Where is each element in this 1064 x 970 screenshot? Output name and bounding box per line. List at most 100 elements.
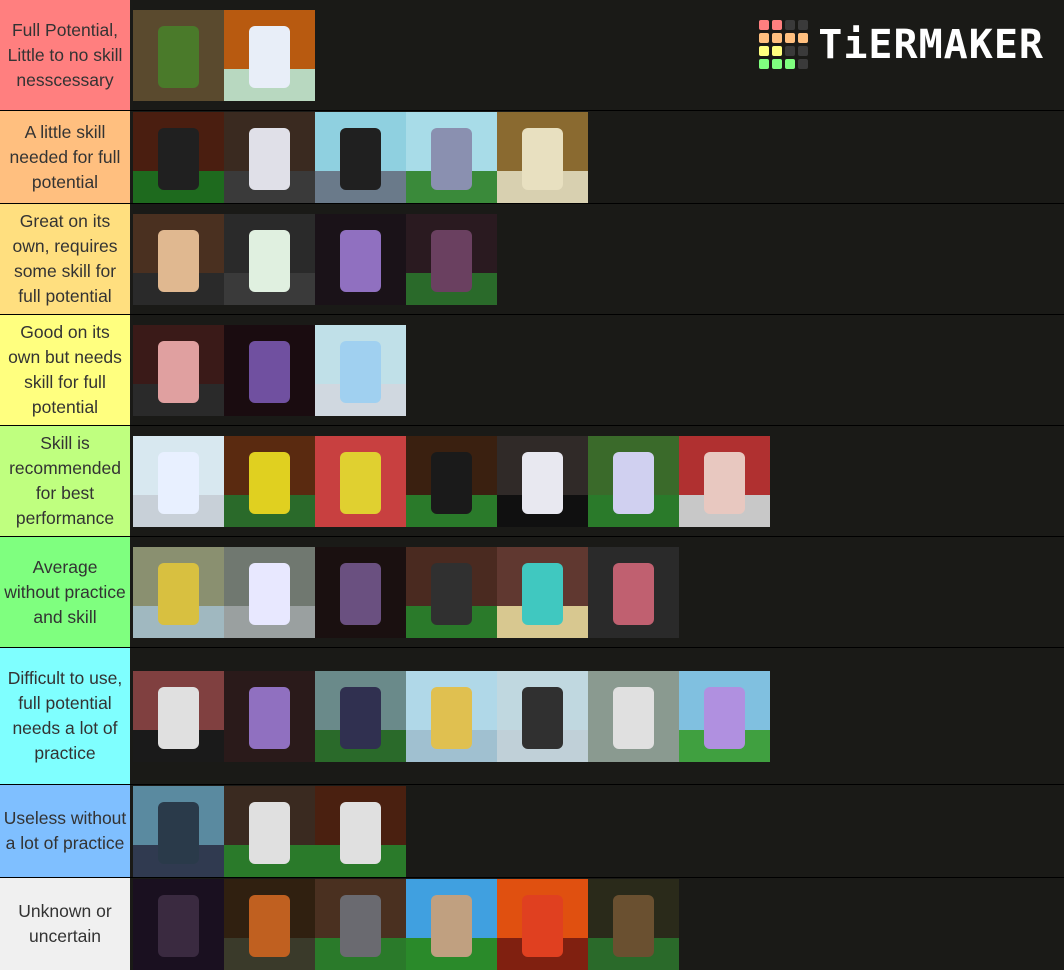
tier-item-image[interactable] [133, 546, 224, 638]
tier-item-image[interactable] [588, 670, 679, 762]
tier-label[interactable]: Useless without a lot of practice [0, 785, 130, 877]
logo-square [785, 59, 796, 69]
tier-label[interactable]: Great on its own, requires some skill fo… [0, 204, 130, 314]
tier-item-image[interactable] [588, 435, 679, 527]
tier-item-image[interactable] [133, 324, 224, 416]
item-character [249, 451, 290, 514]
item-character [158, 801, 199, 864]
tier-item-image[interactable] [315, 324, 406, 416]
tier-item-image[interactable] [315, 670, 406, 762]
tier-item-image[interactable] [315, 785, 406, 877]
tier-label[interactable]: Average without practice and skill [0, 537, 130, 647]
item-character [431, 562, 472, 625]
tier-item-image[interactable] [133, 670, 224, 762]
tier-item-image[interactable] [224, 111, 315, 203]
tier-item-image[interactable] [315, 878, 406, 970]
tier-label[interactable]: Unknown or uncertain [0, 878, 130, 970]
item-character [340, 686, 381, 749]
item-character [613, 686, 654, 749]
tier-label[interactable]: Difficult to use, full potential needs a… [0, 648, 130, 784]
item-character [704, 451, 745, 514]
item-character [158, 562, 199, 625]
item-character [249, 894, 290, 957]
tier-item-image[interactable] [315, 213, 406, 305]
item-character [522, 894, 563, 957]
logo-square [759, 33, 770, 43]
tier-label[interactable]: Good on its own but needs skill for full… [0, 315, 130, 425]
tier-item-image[interactable] [133, 111, 224, 203]
tier-item-image[interactable] [588, 878, 679, 970]
item-character [249, 340, 290, 403]
tier-item-image[interactable] [224, 670, 315, 762]
tier-item-image[interactable] [224, 9, 315, 101]
tier-item-image[interactable] [133, 213, 224, 305]
item-character [340, 562, 381, 625]
tier-items [133, 315, 1064, 425]
tier-items [133, 648, 1064, 784]
tier-item-image[interactable] [497, 878, 588, 970]
logo-text: TiERMAKER [818, 21, 1044, 68]
tier-label[interactable]: A little skill needed for full potential [0, 111, 130, 203]
tier-label[interactable]: Full Potential, Little to no skill nessc… [0, 0, 130, 110]
item-character [158, 25, 199, 88]
tier-item-image[interactable] [315, 546, 406, 638]
item-character [522, 686, 563, 749]
tier-items [133, 537, 1064, 647]
tier-item-image[interactable] [133, 435, 224, 527]
tier-row: Useless without a lot of practice [0, 785, 1064, 877]
tier-item-image[interactable] [315, 111, 406, 203]
item-character [158, 127, 199, 190]
tier-item-image[interactable] [679, 435, 770, 527]
tier-item-image[interactable] [224, 435, 315, 527]
item-character [340, 451, 381, 514]
tier-item-image[interactable] [497, 435, 588, 527]
item-character [340, 894, 381, 957]
tier-item-image[interactable] [224, 785, 315, 877]
item-character [613, 451, 654, 514]
tier-item-image[interactable] [224, 324, 315, 416]
tier-item-image[interactable] [133, 9, 224, 101]
tier-item-image[interactable] [224, 213, 315, 305]
logo-square [798, 20, 809, 30]
item-character [249, 686, 290, 749]
item-character [158, 340, 199, 403]
tier-row: Average without practice and skill [0, 537, 1064, 647]
item-character [522, 562, 563, 625]
item-character [522, 451, 563, 514]
tier-item-image[interactable] [315, 435, 406, 527]
tier-item-image[interactable] [406, 111, 497, 203]
item-character [249, 229, 290, 292]
tier-row: Good on its own but needs skill for full… [0, 315, 1064, 425]
tier-item-image[interactable] [133, 878, 224, 970]
item-character [613, 562, 654, 625]
logo-square [772, 20, 783, 30]
logo-square [759, 46, 770, 56]
item-character [249, 127, 290, 190]
tier-item-image[interactable] [406, 670, 497, 762]
item-character [704, 686, 745, 749]
tier-item-image[interactable] [224, 546, 315, 638]
item-character [431, 451, 472, 514]
item-character [340, 229, 381, 292]
tier-item-image[interactable] [406, 213, 497, 305]
tier-label[interactable]: Skill is recommended for best performanc… [0, 426, 130, 536]
logo-square [759, 59, 770, 69]
item-character [431, 894, 472, 957]
tier-item-image[interactable] [497, 670, 588, 762]
tier-item-image[interactable] [406, 878, 497, 970]
item-character [340, 340, 381, 403]
logo-square [772, 46, 783, 56]
tier-list: Full Potential, Little to no skill nessc… [0, 0, 1064, 970]
tier-item-image[interactable] [679, 670, 770, 762]
tier-item-image[interactable] [406, 435, 497, 527]
tier-item-image[interactable] [133, 785, 224, 877]
tier-item-image[interactable] [497, 111, 588, 203]
tier-item-image[interactable] [497, 546, 588, 638]
logo-square [798, 59, 809, 69]
item-character [522, 127, 563, 190]
tier-item-image[interactable] [406, 546, 497, 638]
tier-item-image[interactable] [588, 546, 679, 638]
tiermaker-logo: TiERMAKER [759, 20, 1044, 69]
item-character [249, 801, 290, 864]
tier-item-image[interactable] [224, 878, 315, 970]
